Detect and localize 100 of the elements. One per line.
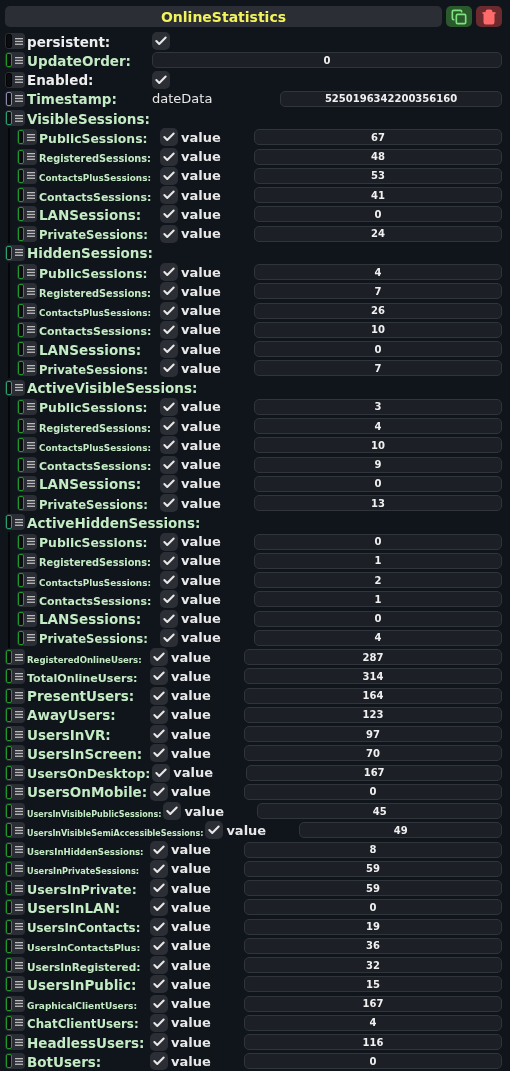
slot-icon[interactable] [5, 379, 25, 396]
number-field[interactable]: 41 [254, 187, 502, 204]
slot-icon[interactable] [5, 957, 25, 974]
menu-icon[interactable] [27, 133, 35, 141]
checkbox[interactable] [150, 782, 168, 801]
checkbox[interactable] [150, 956, 168, 975]
checkbox[interactable] [160, 628, 178, 647]
number-field[interactable]: 24 [254, 225, 502, 242]
menu-icon[interactable] [27, 364, 35, 372]
menu-icon[interactable] [27, 403, 35, 411]
slot-icon[interactable] [5, 745, 25, 762]
menu-icon[interactable] [15, 865, 23, 873]
checkbox[interactable] [160, 551, 178, 570]
number-field[interactable]: 59 [244, 860, 502, 877]
number-field[interactable]: 48 [254, 148, 502, 165]
slot-icon[interactable] [5, 110, 25, 127]
slot-icon[interactable] [5, 880, 25, 897]
menu-icon[interactable] [15, 37, 23, 45]
number-field[interactable]: 10 [254, 321, 502, 338]
number-field[interactable]: 0 [244, 783, 502, 800]
number-field[interactable]: 70 [244, 745, 502, 762]
slot-icon[interactable] [5, 687, 25, 704]
number-field[interactable]: 167 [246, 764, 502, 781]
slot-icon[interactable] [17, 360, 37, 377]
menu-icon[interactable] [27, 287, 35, 295]
number-field[interactable]: 97 [244, 726, 502, 743]
number-field[interactable]: 15 [244, 976, 502, 993]
menu-icon[interactable] [27, 480, 35, 488]
number-field[interactable]: 19 [244, 918, 502, 935]
checkbox[interactable] [160, 340, 178, 359]
menu-icon[interactable] [15, 76, 23, 84]
number-field[interactable]: 167 [244, 995, 502, 1012]
checkbox[interactable] [150, 840, 168, 859]
menu-icon[interactable] [27, 557, 35, 565]
menu-icon[interactable] [27, 634, 35, 642]
slot-icon[interactable] [17, 167, 37, 184]
checkbox[interactable] [150, 936, 168, 955]
slot-icon[interactable] [17, 148, 37, 165]
checkbox[interactable] [150, 879, 168, 898]
slot-icon[interactable] [17, 591, 37, 608]
checkbox[interactable] [160, 205, 178, 224]
menu-icon[interactable] [15, 249, 23, 257]
slot-icon[interactable] [17, 341, 37, 358]
number-field[interactable]: 2 [254, 572, 502, 589]
slot-icon[interactable] [17, 456, 37, 473]
checkbox[interactable] [150, 994, 168, 1013]
slot-icon[interactable] [5, 764, 25, 781]
slot-icon[interactable] [5, 649, 25, 666]
checkbox[interactable] [160, 609, 178, 628]
timestamp-field[interactable]: 5250196342200356160 [280, 90, 502, 107]
number-field[interactable]: 67 [254, 129, 502, 146]
slot-icon[interactable] [17, 495, 37, 512]
menu-icon[interactable] [15, 95, 23, 103]
slot-icon[interactable] [5, 1053, 25, 1070]
menu-icon[interactable] [15, 942, 23, 950]
menu-icon[interactable] [15, 846, 23, 854]
checkbox[interactable] [150, 1033, 168, 1052]
checkbox[interactable] [160, 359, 178, 378]
number-field[interactable]: 0 [254, 533, 502, 550]
number-field[interactable]: 4 [244, 1014, 502, 1031]
checkbox[interactable] [160, 128, 178, 147]
checkbox[interactable] [160, 590, 178, 609]
number-field[interactable]: 53 [254, 167, 502, 184]
menu-icon[interactable] [27, 499, 35, 507]
checkbox[interactable] [160, 263, 178, 282]
checkbox[interactable] [160, 571, 178, 590]
menu-icon[interactable] [27, 595, 35, 603]
checkbox[interactable] [160, 282, 178, 301]
checkbox[interactable] [160, 474, 178, 493]
number-field[interactable]: 49 [299, 822, 502, 839]
number-field[interactable]: 45 [257, 803, 502, 820]
slot-icon[interactable] [5, 860, 25, 877]
slot-icon[interactable] [17, 321, 37, 338]
menu-icon[interactable] [15, 653, 23, 661]
number-field[interactable]: 0 [244, 899, 502, 916]
menu-icon[interactable] [27, 538, 35, 546]
slot-icon[interactable] [17, 610, 37, 627]
checkbox[interactable] [150, 744, 168, 763]
slot-icon[interactable] [17, 572, 37, 589]
slot-icon[interactable] [17, 187, 37, 204]
menu-icon[interactable] [15, 1019, 23, 1027]
checkbox[interactable] [160, 320, 178, 339]
slot-icon[interactable] [5, 668, 25, 685]
slot-icon[interactable] [17, 264, 37, 281]
checkbox[interactable] [150, 648, 168, 667]
slot-icon[interactable] [5, 803, 25, 820]
menu-icon[interactable] [27, 153, 35, 161]
slot-icon[interactable] [17, 475, 37, 492]
slot-icon[interactable] [17, 437, 37, 454]
number-field[interactable]: 3 [254, 398, 502, 415]
menu-icon[interactable] [15, 114, 23, 122]
checkbox[interactable] [150, 705, 168, 724]
checkbox[interactable] [160, 397, 178, 416]
menu-icon[interactable] [15, 730, 23, 738]
slot-icon[interactable] [5, 244, 25, 261]
checkbox[interactable] [150, 898, 168, 917]
number-field[interactable]: 1 [254, 552, 502, 569]
checkbox[interactable] [150, 686, 168, 705]
slot-icon[interactable] [5, 71, 25, 88]
menu-icon[interactable] [27, 210, 35, 218]
